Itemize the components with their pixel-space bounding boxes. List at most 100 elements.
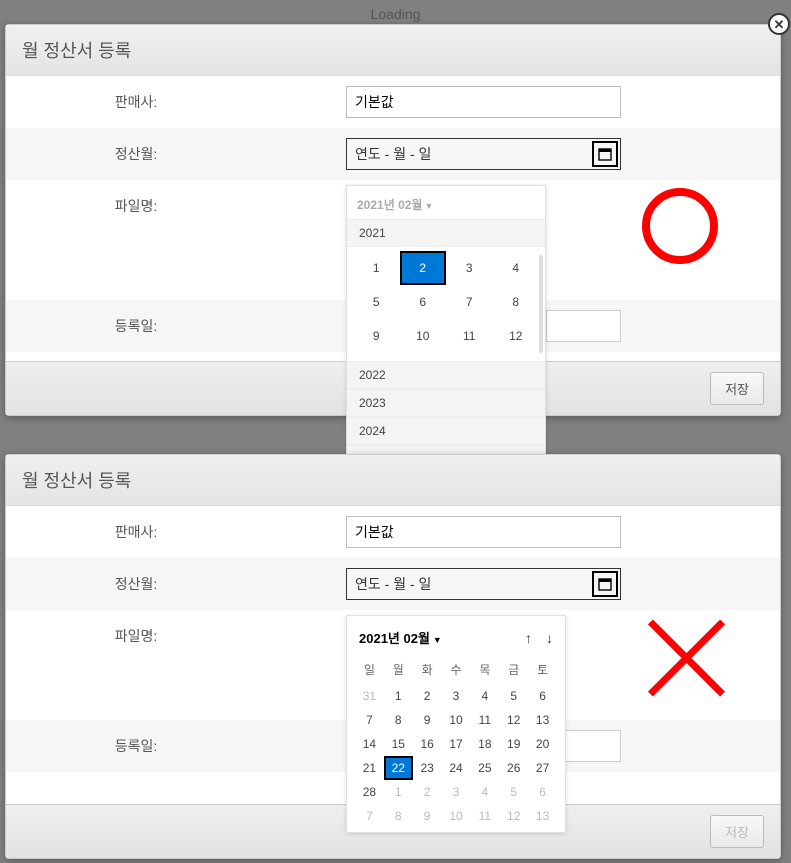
day-cell[interactable]: 9 bbox=[413, 708, 442, 732]
year-row[interactable]: 2022 bbox=[347, 361, 545, 389]
weekday-cell: 토 bbox=[528, 655, 557, 684]
dialog-title: 월 정산서 등록 bbox=[6, 455, 780, 506]
month-cell[interactable]: 8 bbox=[493, 285, 540, 319]
label-filename: 파일명: bbox=[6, 620, 266, 646]
weekday-cell: 화 bbox=[413, 655, 442, 684]
day-cell[interactable]: 7 bbox=[355, 804, 384, 828]
next-month-icon[interactable]: ↓ bbox=[546, 630, 553, 646]
input-seller[interactable] bbox=[346, 86, 621, 118]
day-cell[interactable]: 6 bbox=[528, 684, 557, 708]
day-cell[interactable]: 7 bbox=[355, 708, 384, 732]
input-month[interactable]: 연도 - 월 - 일 bbox=[346, 138, 621, 170]
day-cell[interactable]: 1 bbox=[384, 684, 413, 708]
month-cell[interactable]: 10 bbox=[400, 319, 447, 353]
day-cell[interactable]: 8 bbox=[384, 708, 413, 732]
day-cell[interactable]: 2 bbox=[413, 684, 442, 708]
day-cell[interactable]: 12 bbox=[499, 708, 528, 732]
day-cell[interactable]: 22 bbox=[384, 756, 413, 780]
day-cell[interactable]: 4 bbox=[470, 780, 499, 804]
day-picker: 2021년 02월▼ ↑ ↓ 일월화수목금토 31123456789101112… bbox=[346, 615, 566, 833]
month-cell[interactable]: 2 bbox=[400, 251, 447, 285]
picker-header[interactable]: 2021년 02월▼ bbox=[347, 186, 545, 219]
weekday-cell: 월 bbox=[384, 655, 413, 684]
year-row[interactable]: 2023 bbox=[347, 389, 545, 417]
day-cell[interactable]: 14 bbox=[355, 732, 384, 756]
day-cell[interactable]: 3 bbox=[442, 684, 471, 708]
day-row: 31123456 bbox=[355, 684, 557, 708]
caret-down-icon: ▼ bbox=[433, 635, 442, 645]
scrollbar[interactable] bbox=[539, 255, 543, 353]
weekday-header: 일월화수목금토 bbox=[355, 655, 557, 684]
day-cell[interactable]: 21 bbox=[355, 756, 384, 780]
dialog-monthly-register-alt: 월 정산서 등록 판매사: 정산월: 연도 - 월 - 일 파일명: bbox=[5, 454, 781, 859]
day-cell[interactable]: 26 bbox=[499, 756, 528, 780]
annotation-incorrect-x bbox=[641, 613, 731, 703]
input-seller[interactable] bbox=[346, 516, 621, 548]
day-cell[interactable]: 16 bbox=[413, 732, 442, 756]
day-row: 21222324252627 bbox=[355, 756, 557, 780]
day-cell[interactable]: 15 bbox=[384, 732, 413, 756]
calendar-icon[interactable] bbox=[592, 141, 618, 167]
input-month[interactable]: 연도 - 월 - 일 bbox=[346, 568, 621, 600]
day-cell[interactable]: 17 bbox=[442, 732, 471, 756]
day-cell[interactable]: 19 bbox=[499, 732, 528, 756]
day-cell[interactable]: 8 bbox=[384, 804, 413, 828]
day-cell[interactable]: 6 bbox=[528, 780, 557, 804]
day-cell[interactable]: 5 bbox=[499, 684, 528, 708]
day-row: 78910111213 bbox=[355, 804, 557, 828]
day-cell[interactable]: 31 bbox=[355, 684, 384, 708]
month-cell[interactable]: 7 bbox=[446, 285, 493, 319]
day-cell[interactable]: 4 bbox=[470, 684, 499, 708]
day-cell[interactable]: 23 bbox=[413, 756, 442, 780]
weekday-cell: 수 bbox=[442, 655, 471, 684]
day-cell[interactable]: 5 bbox=[499, 780, 528, 804]
month-cell[interactable]: 4 bbox=[493, 251, 540, 285]
day-cell[interactable]: 9 bbox=[413, 804, 442, 828]
year-row[interactable]: 2024 bbox=[347, 417, 545, 445]
day-cell[interactable]: 18 bbox=[470, 732, 499, 756]
prev-month-icon[interactable]: ↑ bbox=[525, 630, 532, 646]
input-month-text: 연도 - 월 - 일 bbox=[347, 140, 590, 168]
label-regdate: 등록일: bbox=[6, 310, 266, 336]
month-year-picker: 2021년 02월▼ 2021 123456789101112 20222023… bbox=[346, 185, 546, 474]
month-cell[interactable]: 3 bbox=[446, 251, 493, 285]
label-month: 정산월: bbox=[6, 568, 266, 594]
save-button[interactable]: 저장 bbox=[710, 372, 764, 405]
day-cell[interactable]: 10 bbox=[442, 804, 471, 828]
day-cell[interactable]: 11 bbox=[470, 708, 499, 732]
day-cell[interactable]: 13 bbox=[528, 804, 557, 828]
year-header-current[interactable]: 2021 bbox=[347, 219, 545, 247]
day-picker-title[interactable]: 2021년 02월▼ bbox=[359, 628, 442, 647]
month-cell[interactable]: 9 bbox=[353, 319, 400, 353]
day-cell[interactable]: 28 bbox=[355, 780, 384, 804]
input-regdate[interactable] bbox=[546, 310, 621, 342]
calendar-icon[interactable] bbox=[592, 571, 618, 597]
day-cell[interactable]: 1 bbox=[384, 780, 413, 804]
day-cell[interactable]: 20 bbox=[528, 732, 557, 756]
month-grid: 123456789101112 bbox=[347, 247, 545, 361]
day-cell[interactable]: 13 bbox=[528, 708, 557, 732]
day-cell[interactable]: 11 bbox=[470, 804, 499, 828]
close-icon[interactable]: ✕ bbox=[768, 13, 790, 35]
month-cell[interactable]: 12 bbox=[493, 319, 540, 353]
weekday-cell: 일 bbox=[355, 655, 384, 684]
loading-text: Loading bbox=[371, 6, 421, 22]
day-cell[interactable]: 25 bbox=[470, 756, 499, 780]
month-cell[interactable]: 5 bbox=[353, 285, 400, 319]
day-cell[interactable]: 2 bbox=[413, 780, 442, 804]
save-button[interactable]: 저장 bbox=[710, 815, 764, 848]
month-cell[interactable]: 1 bbox=[353, 251, 400, 285]
day-cell[interactable]: 12 bbox=[499, 804, 528, 828]
day-cell[interactable]: 10 bbox=[442, 708, 471, 732]
day-cell[interactable]: 3 bbox=[442, 780, 471, 804]
caret-down-icon: ▼ bbox=[424, 201, 433, 211]
day-row: 78910111213 bbox=[355, 708, 557, 732]
label-seller: 판매사: bbox=[6, 516, 266, 542]
month-cell[interactable]: 11 bbox=[446, 319, 493, 353]
day-grid: 3112345678910111213141516171819202122232… bbox=[355, 684, 557, 828]
day-cell[interactable]: 24 bbox=[442, 756, 471, 780]
label-month: 정산월: bbox=[6, 138, 266, 164]
month-cell[interactable]: 6 bbox=[400, 285, 447, 319]
day-cell[interactable]: 27 bbox=[528, 756, 557, 780]
day-picker-header: 2021년 02월▼ ↑ ↓ bbox=[355, 624, 557, 655]
